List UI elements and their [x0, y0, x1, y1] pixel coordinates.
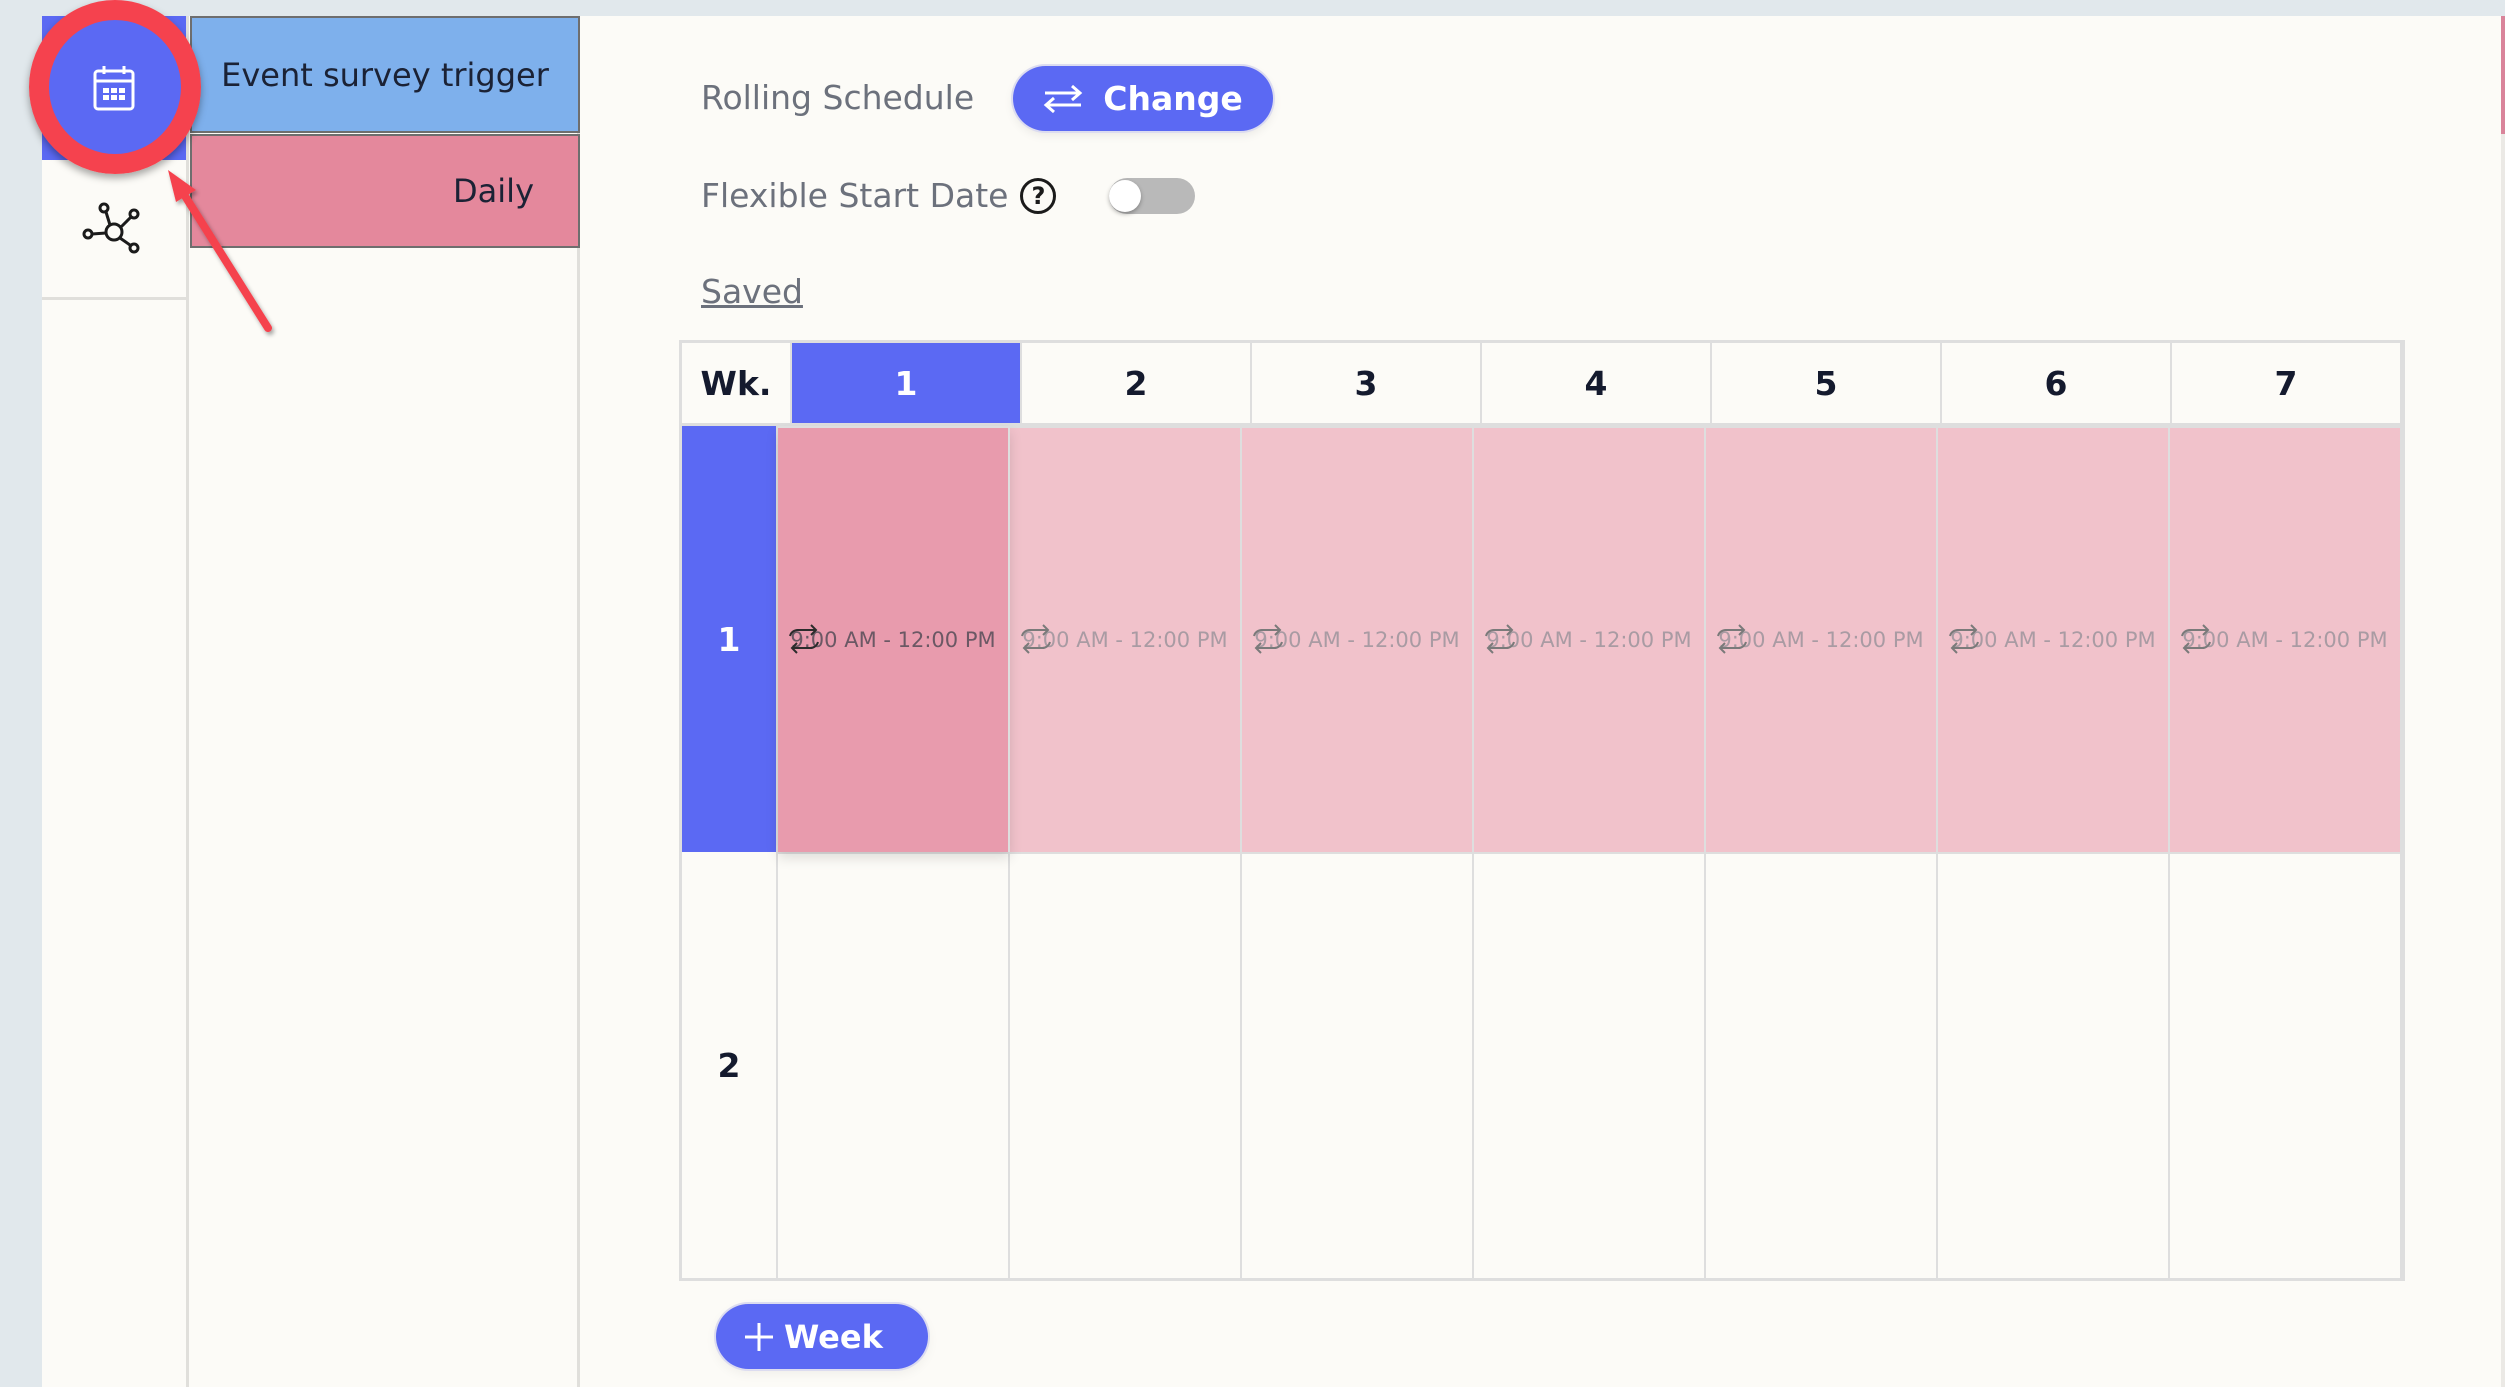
schedule-cell[interactable]: 9:00 AM - 12:00 PM [1706, 426, 1938, 852]
scrollbar-thumb[interactable] [2501, 16, 2505, 134]
day-header-6[interactable]: 6 [1942, 343, 2172, 426]
time-slot[interactable]: 9:00 AM - 12:00 PM [1485, 624, 1692, 654]
schedule-cell[interactable]: 9:00 AM - 12:00 PM [2170, 426, 2402, 852]
schedule-cell[interactable] [1474, 852, 1706, 1278]
schedule-cell[interactable] [1938, 852, 2170, 1278]
day-header-4[interactable]: 4 [1482, 343, 1712, 426]
schedule-cell[interactable] [778, 852, 1010, 1278]
schedule-grid: Wk. 1 2 3 4 5 6 7 1 9:00 AM - 12:00 PM 9:00 AM - 1… [679, 340, 2405, 1281]
day-header-2[interactable]: 2 [1022, 343, 1252, 426]
sidebar-item-event-survey-trigger[interactable]: Event survey trigger [190, 16, 580, 133]
plus-icon [745, 1322, 773, 1351]
flexible-start-date-label: Flexible Start Date [701, 176, 1009, 215]
toggle-knob [1109, 180, 1141, 212]
time-slot[interactable]: 9:00 AM - 12:00 PM [1021, 624, 1228, 654]
repeat-icon [2181, 624, 2212, 654]
nav-item-calendar[interactable] [42, 16, 186, 160]
day-header-1[interactable]: 1 [792, 343, 1022, 426]
repeat-icon [1949, 624, 1980, 654]
app-window: Event survey trigger Daily Rolling Sched… [0, 0, 2505, 1387]
schedule-cell[interactable]: 9:00 AM - 12:00 PM [1010, 426, 1242, 852]
schedule-cell[interactable] [2170, 852, 2402, 1278]
add-week-label: Week [784, 1317, 883, 1356]
top-band [0, 0, 2505, 16]
repeat-icon [1021, 624, 1052, 654]
schedule-cell[interactable]: 9:00 AM - 12:00 PM [778, 426, 1010, 852]
sidebar-item-label: Daily [453, 172, 534, 210]
schedule-cell[interactable]: 9:00 AM - 12:00 PM [1242, 426, 1474, 852]
repeat-icon [1253, 624, 1284, 654]
day-header-7[interactable]: 7 [2172, 343, 2402, 426]
repeat-icon [1717, 624, 1748, 654]
schedule-cell[interactable] [1242, 852, 1474, 1278]
network-nodes-icon [82, 202, 140, 253]
repeat-icon [789, 624, 820, 654]
day-header-5[interactable]: 5 [1712, 343, 1942, 426]
add-week-button[interactable]: Week [716, 1304, 928, 1369]
left-strip [0, 0, 42, 1387]
scrollbar[interactable] [2501, 16, 2505, 1387]
schedule-panel: Rolling Schedule Change Flexible Start D… [580, 16, 2505, 1387]
sidebar-item-label: Event survey trigger [221, 55, 549, 94]
week-row-label-1[interactable]: 1 [682, 426, 778, 852]
schedule-cell[interactable] [1706, 852, 1938, 1278]
day-header-3[interactable]: 3 [1252, 343, 1482, 426]
saved-link[interactable]: Saved [701, 272, 803, 311]
time-slot[interactable]: 9:00 AM - 12:00 PM [2181, 624, 2388, 654]
nav-item-network[interactable] [42, 160, 186, 300]
schedule-cell[interactable]: 9:00 AM - 12:00 PM [1938, 426, 2170, 852]
flexible-start-date-row: Flexible Start Date ? [701, 176, 1057, 215]
sidebar-item-daily[interactable]: Daily [190, 134, 580, 248]
schedule-cell[interactable]: 9:00 AM - 12:00 PM [1474, 426, 1706, 852]
change-schedule-button[interactable]: Change [1013, 66, 1273, 131]
rolling-schedule-label: Rolling Schedule [701, 78, 975, 117]
repeat-icon [1485, 624, 1516, 654]
time-slot[interactable]: 9:00 AM - 12:00 PM [1717, 624, 1924, 654]
help-icon[interactable]: ? [1020, 177, 1057, 214]
schedule-cell[interactable] [1010, 852, 1242, 1278]
change-button-label: Change [1103, 79, 1243, 118]
time-slot[interactable]: 9:00 AM - 12:00 PM [789, 624, 996, 654]
week-row-label-2[interactable]: 2 [682, 852, 778, 1278]
icon-nav [42, 16, 189, 1387]
time-slot[interactable]: 9:00 AM - 12:00 PM [1253, 624, 1460, 654]
calendar-icon [93, 66, 135, 111]
swap-arrows-icon [1043, 84, 1083, 113]
week-column-header: Wk. [682, 343, 792, 426]
time-slot[interactable]: 9:00 AM - 12:00 PM [1949, 624, 2156, 654]
survey-sidebar: Event survey trigger Daily [189, 16, 580, 1387]
flexible-start-date-toggle[interactable] [1109, 178, 1195, 214]
